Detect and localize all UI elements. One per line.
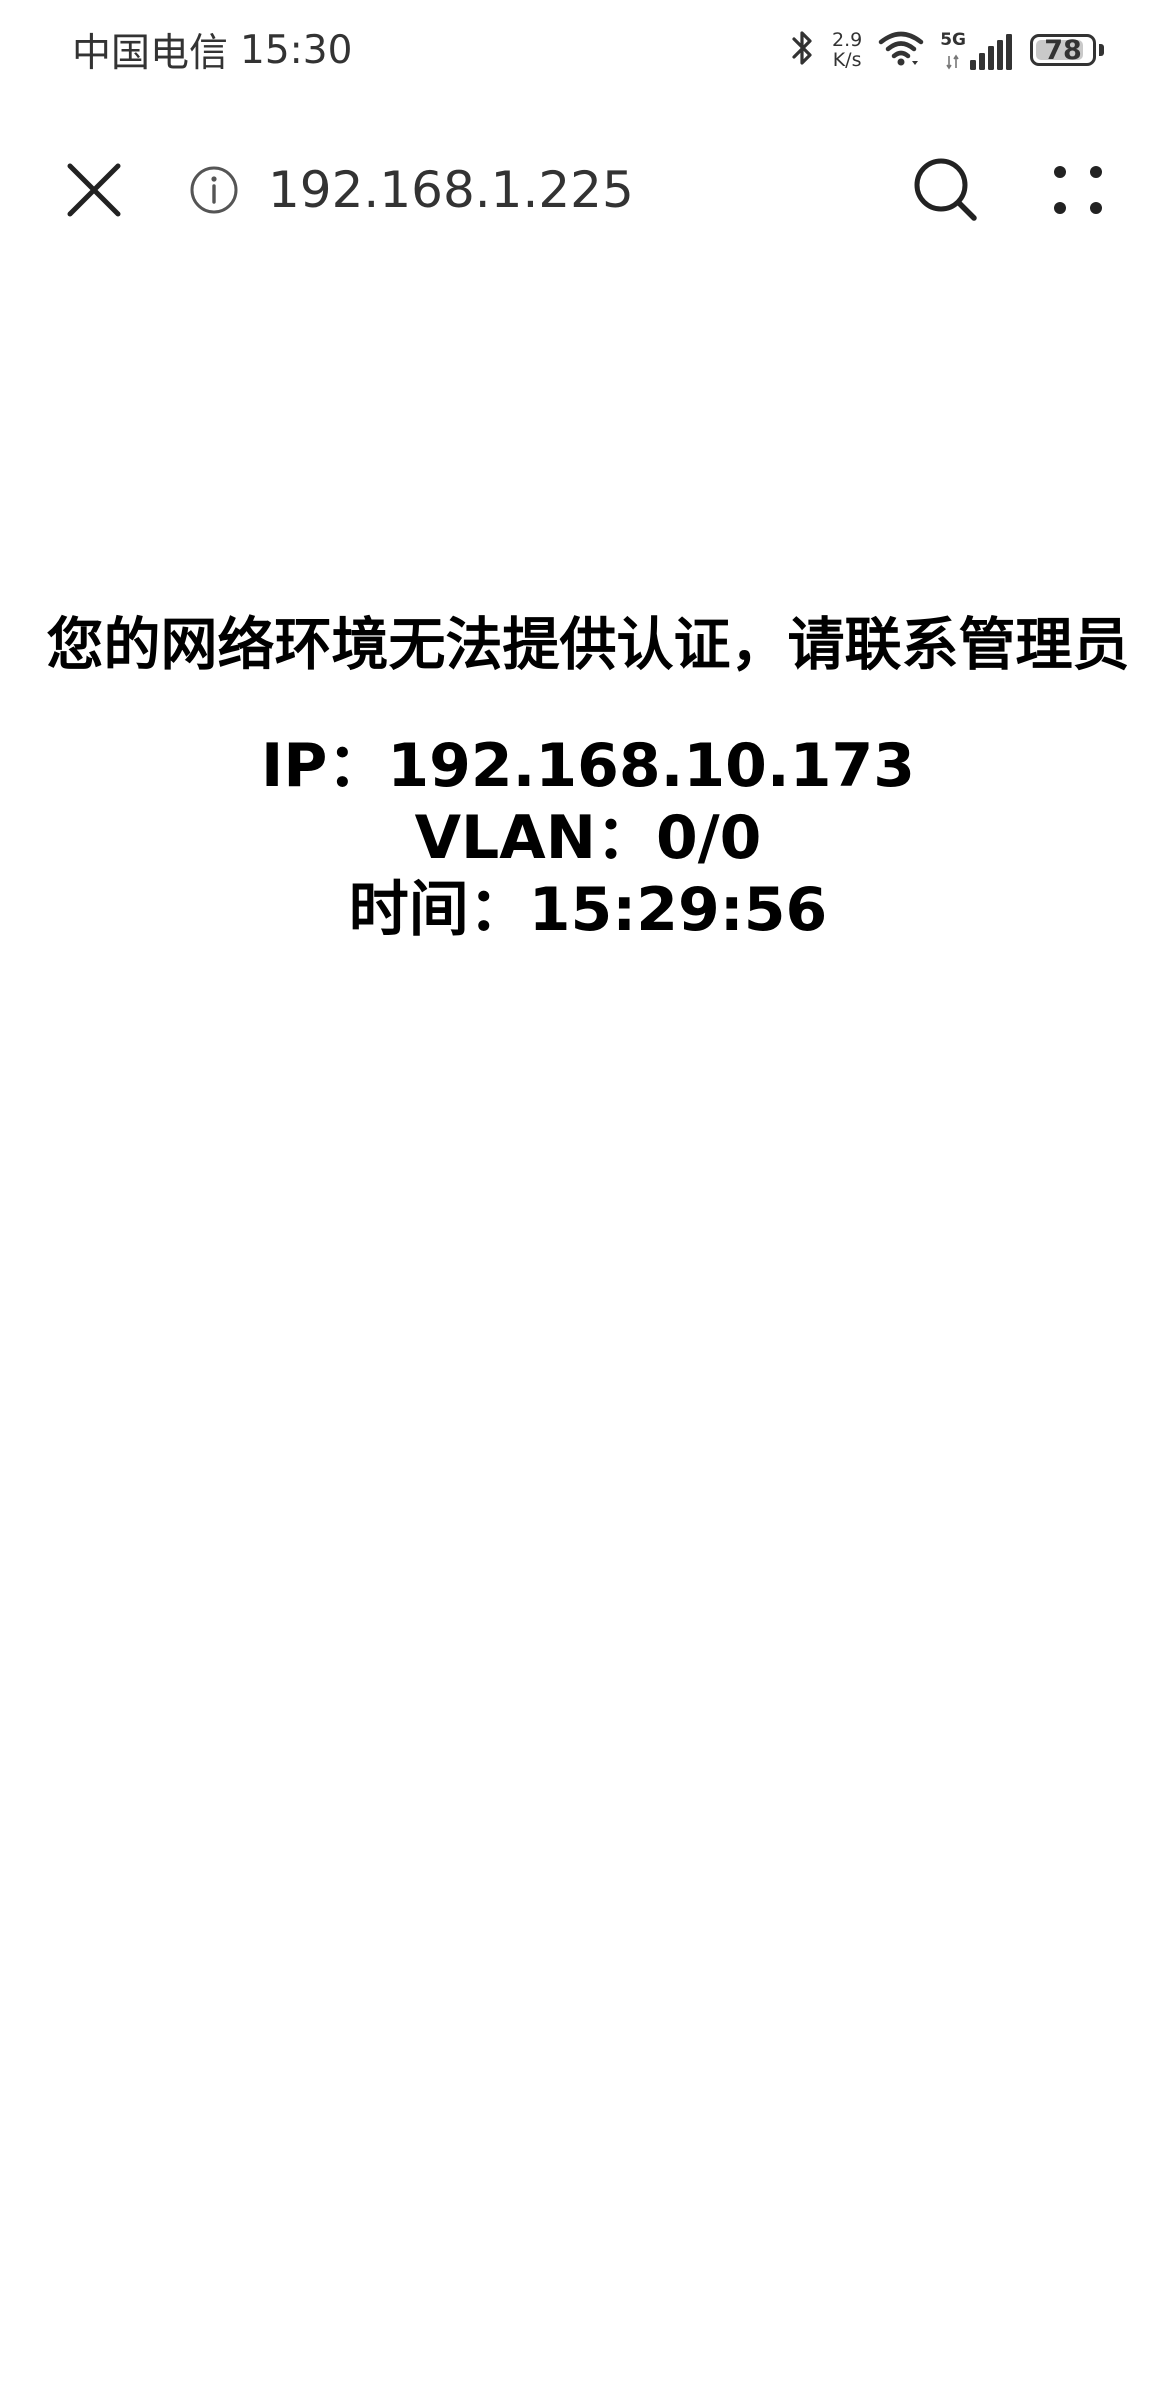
status-time: 15:30 [240,27,353,73]
more-menu-icon [1054,166,1102,214]
status-bar: 中国电信 15:30 2.9 K/s 5G 78 [0,0,1176,100]
search-button[interactable] [906,150,986,230]
ip-line: IP： 192.168.10.173 [0,730,1176,802]
vlan-line: VLAN： 0/0 [0,802,1176,874]
status-left: 中国电信 15:30 [72,22,352,78]
network-type: 5G [940,30,966,50]
auth-error-message: 您的网络环境无法提供认证，请联系管理员 [46,612,1130,678]
browser-toolbar: 192.168.1.225 [0,130,1176,250]
network-speed: 2.9 K/s [832,30,862,70]
wifi-icon [878,30,924,70]
time-label: 时间： [348,875,529,945]
vlan-value: 0/0 [655,803,762,873]
ip-value: 192.168.10.173 [387,731,915,801]
close-icon [67,163,121,217]
battery-cap [1099,44,1104,56]
battery-icon: 78 [1030,34,1096,66]
close-button[interactable] [56,152,132,228]
battery-level: 78 [1044,34,1082,66]
address-bar[interactable]: 192.168.1.225 [268,160,634,220]
info-icon [190,166,238,214]
vlan-label: VLAN： [414,803,656,873]
time-value: 15:29:56 [528,875,828,945]
site-info-button[interactable] [184,160,244,220]
page-content: 您的网络环境无法提供认证，请联系管理员 IP： 192.168.10.173 V… [0,590,1176,946]
more-menu-button[interactable] [1040,152,1116,228]
ip-label: IP： [261,731,388,801]
carrier-name: 中国电信 [72,31,229,76]
speed-unit: K/s [832,49,862,71]
status-right: 2.9 K/s 5G 78 [790,24,1104,76]
search-icon [914,158,977,221]
bluetooth-icon [790,28,816,72]
signal-icon: 5G [940,30,1014,70]
connection-info: IP： 192.168.10.173 VLAN： 0/0 时间： 15:29:5… [0,730,1176,946]
speed-value: 2.9 [831,29,863,51]
time-line: 时间： 15:29:56 [0,874,1176,946]
